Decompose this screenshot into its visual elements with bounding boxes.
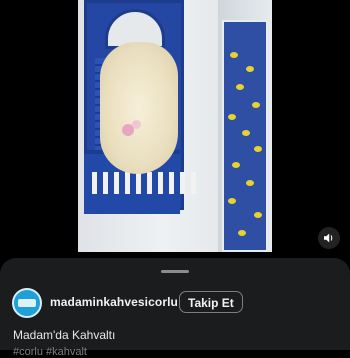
post-caption: Madam'da Kahvaltı bbox=[13, 328, 116, 342]
mute-button[interactable] bbox=[318, 227, 340, 249]
drag-handle[interactable] bbox=[161, 270, 189, 273]
flower-box-slats bbox=[92, 172, 196, 194]
speaker-icon bbox=[324, 233, 333, 243]
avatar-logo bbox=[18, 299, 36, 307]
straw-hat bbox=[100, 42, 178, 174]
avatar[interactable] bbox=[12, 288, 42, 318]
reel-video[interactable] bbox=[78, 0, 272, 252]
post-info-sheet: madaminkahvesicorlu Takip Et Madam'da Ka… bbox=[0, 258, 350, 358]
hat-flower bbox=[132, 120, 141, 129]
lemon-panel bbox=[222, 20, 268, 252]
follow-button[interactable]: Takip Et bbox=[179, 291, 243, 313]
post-hashtags[interactable]: #corlu #kahvalt bbox=[13, 346, 87, 358]
username[interactable]: madaminkahvesicorlu bbox=[50, 295, 178, 309]
